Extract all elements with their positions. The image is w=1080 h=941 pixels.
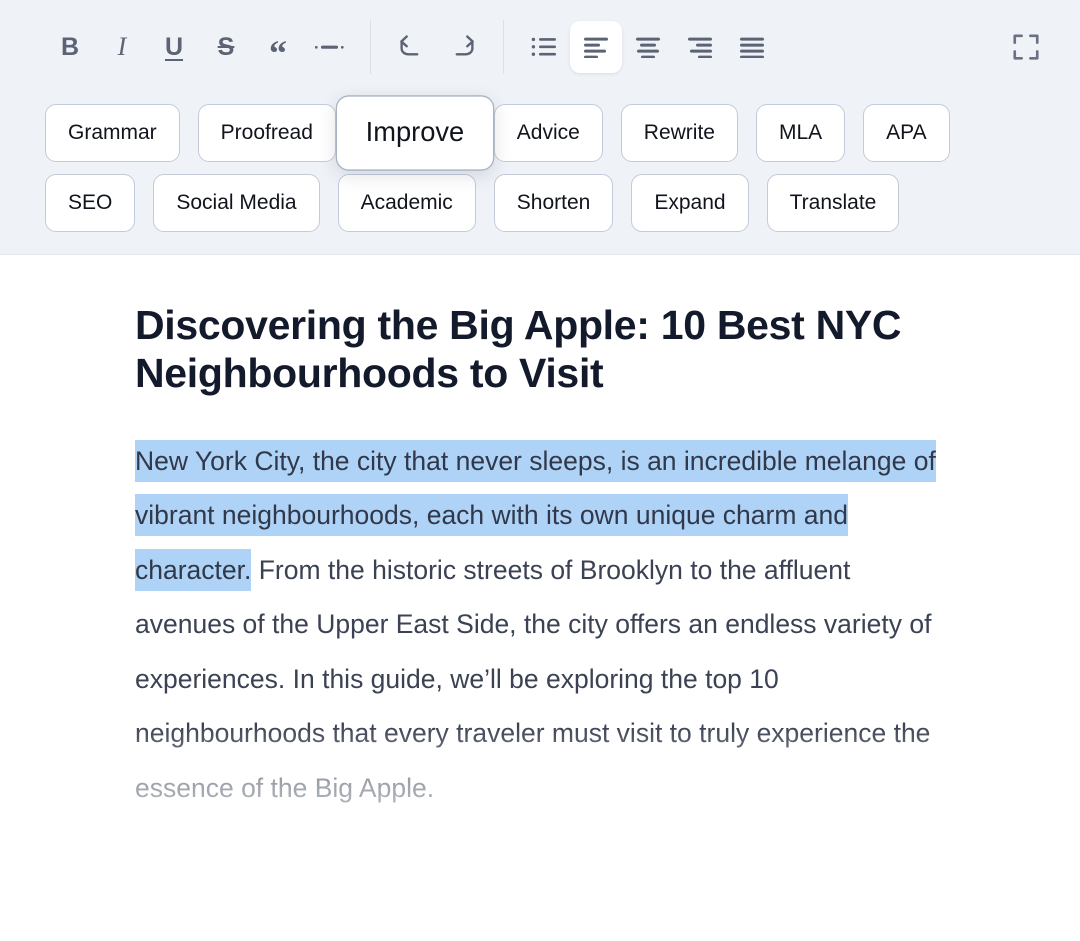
ai-actions-panel: Grammar Proofread Improve Advice Rewrite… bbox=[0, 94, 1080, 255]
align-left-button[interactable] bbox=[570, 21, 622, 73]
document-area[interactable]: Discovering the Big Apple: 10 Best NYC N… bbox=[0, 255, 1080, 941]
align-right-icon bbox=[688, 37, 712, 58]
underline-button[interactable]: U bbox=[148, 21, 200, 73]
align-center-icon bbox=[636, 37, 660, 58]
undo-button[interactable] bbox=[385, 21, 437, 73]
bullet-list-button[interactable] bbox=[518, 21, 570, 73]
underline-icon: U bbox=[164, 32, 184, 61]
ai-action-expand[interactable]: Expand bbox=[631, 174, 749, 232]
format-toolbar: B I U S “ bbox=[0, 0, 1080, 94]
strikethrough-icon: S bbox=[217, 32, 235, 61]
blockquote-button[interactable]: “ bbox=[252, 21, 304, 73]
ai-action-grammar[interactable]: Grammar bbox=[45, 104, 180, 162]
bold-icon: B bbox=[60, 32, 80, 61]
italic-icon: I bbox=[117, 32, 127, 61]
fullscreen-button[interactable] bbox=[1000, 21, 1052, 73]
ai-action-seo[interactable]: SEO bbox=[45, 174, 136, 232]
editor-app: B I U S “ Grammar Proofread Improve Advi… bbox=[0, 0, 1080, 941]
ai-action-mla[interactable]: MLA bbox=[755, 104, 846, 162]
toolbar-separator-2 bbox=[503, 20, 504, 74]
redo-button[interactable] bbox=[437, 21, 489, 73]
align-justify-button[interactable] bbox=[726, 21, 778, 73]
ai-action-proofread[interactable]: Proofread bbox=[197, 104, 336, 162]
ai-action-improve[interactable]: Improve bbox=[335, 95, 495, 171]
ai-action-translate[interactable]: Translate bbox=[766, 174, 900, 232]
strikethrough-button[interactable]: S bbox=[200, 21, 252, 73]
horizontal-rule-button[interactable] bbox=[304, 21, 356, 73]
ai-action-apa[interactable]: APA bbox=[863, 104, 950, 162]
bold-button[interactable]: B bbox=[44, 21, 96, 73]
document-title[interactable]: Discovering the Big Apple: 10 Best NYC N… bbox=[135, 301, 935, 398]
align-center-button[interactable] bbox=[622, 21, 674, 73]
quote-icon: “ bbox=[269, 33, 287, 74]
align-right-button[interactable] bbox=[674, 21, 726, 73]
redo-icon bbox=[455, 35, 474, 56]
fullscreen-icon bbox=[1013, 34, 1039, 60]
ai-action-academic[interactable]: Academic bbox=[337, 174, 476, 232]
ai-action-rewrite[interactable]: Rewrite bbox=[620, 104, 738, 162]
paragraph-remainder[interactable]: From the historic streets of Brooklyn to… bbox=[135, 555, 931, 803]
document-paragraph[interactable]: New York City, the city that never sleep… bbox=[135, 434, 940, 816]
align-justify-icon bbox=[740, 37, 764, 58]
toolbar-separator-1 bbox=[370, 20, 371, 74]
ai-actions-row-1: Grammar Proofread Improve Advice Rewrite… bbox=[0, 95, 1080, 171]
bullet-list-icon bbox=[531, 37, 556, 56]
ai-action-advice[interactable]: Advice bbox=[493, 104, 603, 162]
ai-action-shorten[interactable]: Shorten bbox=[493, 174, 614, 232]
horizontal-rule-icon bbox=[315, 45, 344, 49]
toolbar-group-text-style: B I U S “ bbox=[44, 21, 356, 73]
document-content[interactable]: Discovering the Big Apple: 10 Best NYC N… bbox=[0, 255, 1080, 815]
ai-action-social-media[interactable]: Social Media bbox=[153, 174, 320, 232]
ai-actions-row-2: SEO Social Media Academic Shorten Expand… bbox=[0, 174, 1080, 232]
align-left-icon bbox=[584, 37, 608, 58]
toolbar-group-alignment bbox=[518, 21, 778, 73]
undo-icon bbox=[400, 35, 419, 56]
toolbar-group-history bbox=[385, 21, 489, 73]
italic-button[interactable]: I bbox=[96, 21, 148, 73]
